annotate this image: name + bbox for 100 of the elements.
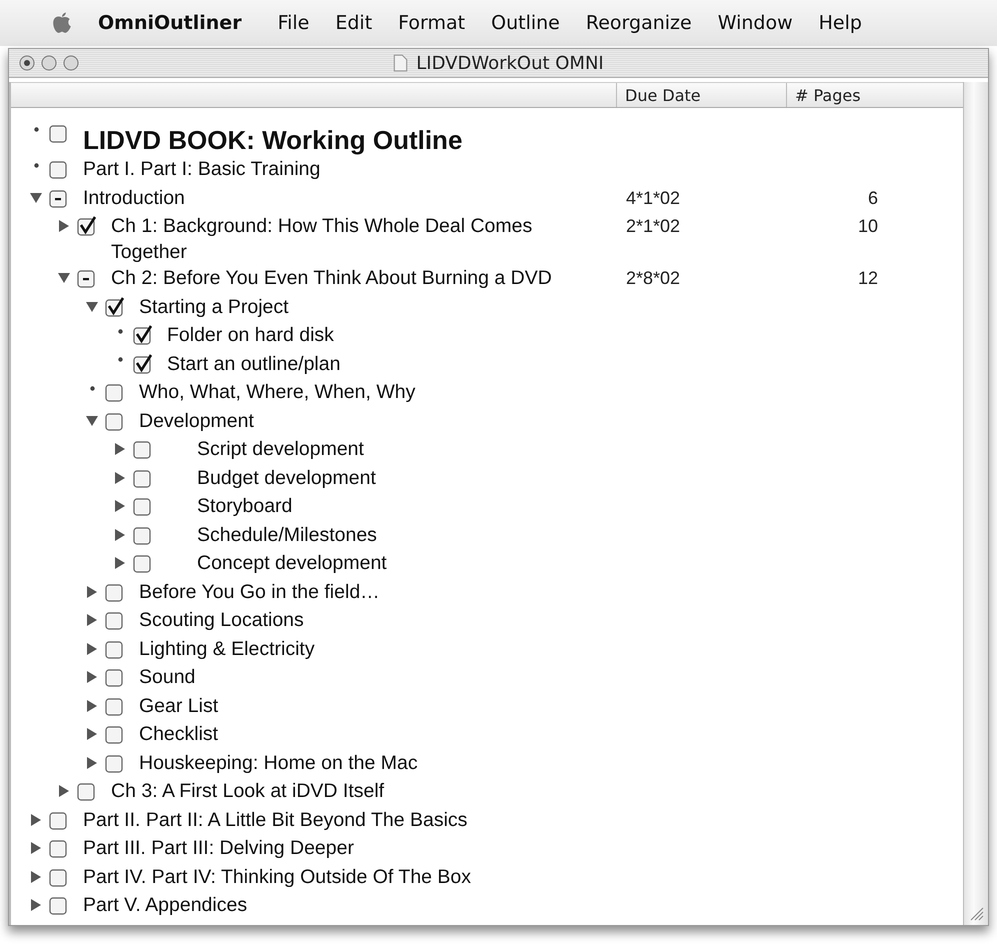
outline-item-text: Part V. Appendices bbox=[83, 893, 248, 918]
checkbox[interactable] bbox=[49, 810, 69, 830]
checkbox[interactable] bbox=[105, 296, 125, 316]
menu-item[interactable]: Edit bbox=[335, 12, 372, 34]
outline-item-text: Storyboard bbox=[197, 494, 292, 519]
checkbox[interactable] bbox=[133, 325, 153, 345]
collapsed-triangle-icon[interactable] bbox=[115, 472, 125, 484]
outline-item-text: Folder on hard disk bbox=[167, 323, 334, 348]
checkbox[interactable] bbox=[49, 159, 69, 179]
collapsed-triangle-icon[interactable] bbox=[115, 500, 125, 512]
outline-item-text: Sound bbox=[139, 665, 196, 690]
outline-item-text: Part II. Part II: A Little Bit Beyond The Basics bbox=[83, 808, 468, 832]
checkbox[interactable] bbox=[105, 610, 125, 630]
collapsed-triangle-icon[interactable] bbox=[31, 870, 41, 882]
due-date-cell-text: 2*8*02 bbox=[625, 267, 680, 290]
pages-cell-text: 6 bbox=[866, 186, 878, 210]
checkbox[interactable] bbox=[133, 439, 153, 459]
expanded-triangle-icon[interactable] bbox=[86, 416, 98, 426]
outline-item-text: Script development bbox=[197, 437, 364, 462]
outline-item-text: Gear List bbox=[139, 694, 218, 718]
column-header[interactable]: Due Date bbox=[625, 86, 701, 104]
outline-item-text: Schedule/Milestones bbox=[197, 522, 377, 548]
menu-item[interactable]: Window bbox=[718, 12, 793, 34]
checkbox[interactable] bbox=[105, 410, 125, 430]
checkbox[interactable] bbox=[133, 354, 153, 374]
checkbox[interactable] bbox=[105, 696, 125, 716]
checkbox[interactable] bbox=[77, 216, 97, 236]
checkbox[interactable] bbox=[49, 188, 69, 208]
bullet-icon bbox=[90, 386, 94, 390]
collapsed-triangle-icon[interactable] bbox=[115, 528, 125, 540]
menu-item[interactable]: Help bbox=[818, 12, 862, 34]
outline-item-text: Part IV. Part IV: Thinking Outside Of The Box bbox=[83, 864, 472, 890]
checkbox[interactable] bbox=[49, 895, 69, 915]
collapsed-triangle-icon[interactable] bbox=[31, 814, 41, 826]
checkbox[interactable] bbox=[77, 268, 97, 288]
collapsed-triangle-icon[interactable] bbox=[87, 614, 97, 626]
bullet-icon bbox=[118, 328, 122, 334]
collapsed-triangle-icon[interactable] bbox=[87, 700, 97, 712]
window-button[interactable] bbox=[63, 55, 79, 71]
resize-grip-icon[interactable] bbox=[970, 907, 984, 921]
collapsed-triangle-icon[interactable] bbox=[87, 756, 97, 768]
expanded-triangle-icon[interactable] bbox=[86, 302, 98, 312]
outline-item-text: Before You Go in the field… bbox=[139, 580, 380, 604]
outline-item-text: Budget development bbox=[197, 466, 376, 490]
outline-item-text: Ch 3: A First Look at iDVD Itself bbox=[111, 779, 384, 804]
collapsed-triangle-icon[interactable] bbox=[87, 586, 97, 598]
checkbox[interactable] bbox=[105, 667, 125, 687]
due-date-cell-text: 4*1*02 bbox=[625, 186, 680, 210]
checkbox[interactable] bbox=[49, 123, 69, 143]
outline-item-text: Houskeeping: Home on the Mac bbox=[139, 750, 418, 776]
outline-item-text: Part III. Part III: Delving Deeper bbox=[83, 836, 354, 861]
checkbox[interactable] bbox=[105, 582, 125, 602]
collapsed-triangle-icon[interactable] bbox=[31, 899, 41, 911]
collapsed-triangle-icon[interactable] bbox=[31, 842, 41, 854]
checkbox[interactable] bbox=[105, 638, 125, 658]
checkbox[interactable] bbox=[105, 752, 125, 772]
outline-item-text: Part I. Part I: Basic Training bbox=[83, 157, 320, 182]
checkbox[interactable] bbox=[133, 468, 153, 488]
app-menu[interactable]: OmniOutliner bbox=[98, 12, 242, 34]
outline-item-text: Introduction bbox=[83, 186, 185, 210]
collapsed-triangle-icon[interactable] bbox=[115, 443, 125, 455]
bullet-icon bbox=[34, 162, 38, 168]
scroll-bar[interactable] bbox=[963, 82, 988, 925]
collapsed-triangle-icon[interactable] bbox=[115, 557, 125, 569]
document-icon bbox=[393, 54, 408, 72]
outline-item-text: Development bbox=[139, 408, 254, 434]
outline-item-text: Who, What, Where, When, Why bbox=[139, 380, 416, 405]
collapsed-triangle-icon[interactable] bbox=[59, 785, 69, 797]
checkbox[interactable] bbox=[77, 781, 97, 801]
collapsed-triangle-icon[interactable] bbox=[87, 728, 97, 740]
window-title: LIDVDWorkOut OMNI bbox=[416, 52, 604, 74]
collapsed-triangle-icon[interactable] bbox=[87, 671, 97, 683]
checkbox[interactable] bbox=[133, 524, 153, 544]
checkbox[interactable] bbox=[49, 866, 69, 886]
expanded-triangle-icon[interactable] bbox=[58, 273, 70, 283]
checkbox[interactable] bbox=[105, 724, 125, 744]
outline-item-text: Concept development bbox=[197, 551, 387, 576]
menu-item[interactable]: File bbox=[278, 12, 310, 34]
checkbox[interactable] bbox=[133, 553, 153, 573]
checkbox[interactable] bbox=[105, 382, 125, 402]
collapsed-triangle-icon[interactable] bbox=[87, 642, 97, 654]
apple-logo-icon[interactable] bbox=[52, 12, 72, 34]
column-header[interactable]: # Pages bbox=[795, 86, 861, 104]
checkbox[interactable] bbox=[49, 838, 69, 858]
outline-item-text: Ch 2: Before You Even Think About Burning a DVD bbox=[111, 266, 552, 291]
outline-item-text: Scouting Locations bbox=[139, 608, 304, 633]
outline-item-text: Start an outline/plan bbox=[167, 352, 340, 376]
bullet-icon bbox=[118, 357, 122, 362]
menu-item[interactable]: Outline bbox=[491, 12, 560, 34]
bullet-icon bbox=[34, 126, 38, 132]
expanded-triangle-icon[interactable] bbox=[30, 192, 42, 202]
outline-item-text: Starting a Project bbox=[139, 294, 289, 320]
checkbox[interactable] bbox=[133, 496, 153, 516]
menu-item[interactable]: Format bbox=[398, 12, 466, 34]
window-button[interactable] bbox=[41, 55, 57, 71]
menu-item[interactable]: Reorganize bbox=[586, 12, 692, 34]
outline-item-text: Lighting & Electricity bbox=[139, 636, 315, 662]
pages-cell-text: 10 bbox=[856, 215, 878, 238]
collapsed-triangle-icon[interactable] bbox=[59, 220, 69, 232]
window-button[interactable] bbox=[19, 55, 35, 71]
